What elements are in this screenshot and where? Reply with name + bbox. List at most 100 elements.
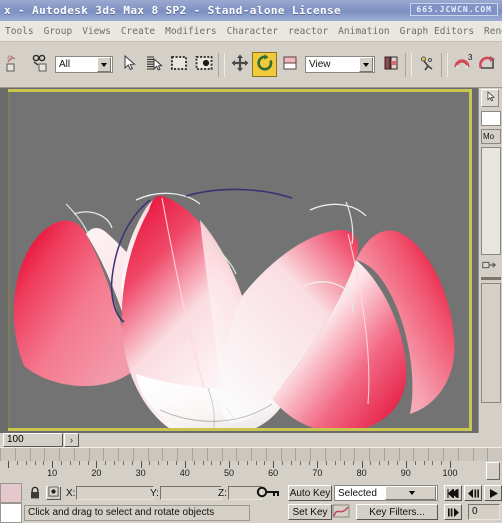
minilistener-white-box[interactable] <box>0 503 22 523</box>
modifier-stack-list[interactable] <box>481 147 501 255</box>
pin-stack-icon[interactable] <box>481 259 497 274</box>
menu-item-rendering[interactable]: Renderi <box>479 24 502 39</box>
manipulate-button[interactable] <box>414 52 439 77</box>
menu-item-reactor[interactable]: reactor <box>283 24 333 39</box>
ruler-minor-tick <box>423 461 425 465</box>
coord-y-field[interactable] <box>159 486 222 500</box>
ruler-label: 10 <box>47 468 58 478</box>
auto-key-button[interactable]: Auto Key <box>288 485 332 501</box>
track-tick <box>177 448 179 462</box>
select-and-move-button[interactable] <box>227 52 252 77</box>
ruler-minor-tick <box>290 461 292 465</box>
ruler-label: 20 <box>91 468 102 478</box>
perspective-viewport[interactable] <box>10 92 469 428</box>
track-bar-ticks <box>0 448 502 462</box>
minilistener-pink-box[interactable] <box>0 483 22 503</box>
key-filters-button[interactable]: Key Filters... <box>356 504 438 520</box>
command-panel-rollout[interactable] <box>481 283 501 403</box>
goto-frame-field[interactable]: 0 <box>468 504 500 520</box>
ruler-major-tick <box>229 461 230 468</box>
menu-item-group[interactable]: Group <box>39 24 78 39</box>
window-crossing-button[interactable] <box>191 52 216 77</box>
key-mode-selection-combo[interactable]: Selected <box>334 485 438 501</box>
ruler-minor-tick <box>122 461 124 465</box>
modify-tab-button[interactable] <box>481 89 499 107</box>
menu-item-create[interactable]: Create <box>116 24 160 39</box>
ruler-minor-tick <box>220 461 222 465</box>
set-key-curve-button[interactable] <box>330 504 352 520</box>
ruler-minor-tick <box>114 461 116 465</box>
previous-frame-button[interactable] <box>464 485 482 501</box>
marquee-rect-icon <box>169 53 189 76</box>
object-name-field[interactable] <box>481 111 501 126</box>
ruler-minor-tick <box>264 461 266 465</box>
ruler-minor-tick <box>34 461 36 465</box>
track-tick <box>251 448 252 462</box>
menu-item-animation[interactable]: Animation <box>333 24 394 39</box>
track-tick <box>442 448 444 462</box>
key-mode-toggle[interactable] <box>256 485 284 501</box>
ruler-minor-tick <box>282 461 283 465</box>
key-mode-selection-arrow[interactable] <box>384 486 436 500</box>
ruler-major-tick <box>405 461 407 468</box>
current-frame-field[interactable]: 100 <box>3 433 63 447</box>
menu-item-tools[interactable]: Tools <box>0 24 39 39</box>
reference-coordinate-system-combo[interactable]: View <box>305 56 375 73</box>
menu-item-graph-editors[interactable]: Graph Editors <box>395 24 479 39</box>
ruler-minor-tick <box>211 461 213 465</box>
coord-x-label: X: <box>66 487 76 499</box>
ruler-minor-tick <box>326 461 328 465</box>
use-pivot-point-center-button[interactable] <box>378 52 403 77</box>
track-tick <box>369 448 371 462</box>
select-and-rotate-button[interactable] <box>252 52 277 77</box>
track-tick <box>383 448 385 462</box>
select-and-link-button[interactable] <box>2 52 27 77</box>
track-tick <box>29 448 31 462</box>
ruler-right-handle[interactable] <box>486 462 500 480</box>
select-object-button[interactable] <box>116 52 141 77</box>
track-tick <box>206 448 208 462</box>
watermark-badge: 665.JCWCN.COM <box>410 3 498 16</box>
title-bar: x - Autodesk 3ds Max 8 SP2 - Stand-alone… <box>0 0 502 22</box>
angle-snap-toggle-button[interactable] <box>475 52 500 77</box>
ruler-label: 80 <box>356 468 367 478</box>
selection-filter-combo[interactable]: All <box>55 56 113 73</box>
rectangular-selection-region-button[interactable] <box>166 52 191 77</box>
ruler-major-tick <box>8 461 9 468</box>
ruler-minor-tick <box>370 461 372 465</box>
menu-item-character[interactable]: Character <box>222 24 283 39</box>
ruler-minor-tick <box>388 461 390 465</box>
ruler-minor-tick <box>441 461 443 465</box>
unlink-selection-button[interactable] <box>27 52 52 77</box>
modifier-list-combo[interactable]: Mo <box>481 129 501 144</box>
set-key-button[interactable]: Set Key <box>288 504 332 520</box>
status-prompt-text: Click and drag to select and rotate obje… <box>24 505 250 521</box>
next-frame-button[interactable] <box>444 504 462 520</box>
move-arrows-icon <box>230 53 250 76</box>
frame-expand-button[interactable]: › <box>64 433 79 447</box>
select-by-name-button[interactable] <box>141 52 166 77</box>
track-tick <box>280 448 282 462</box>
play-animation-button[interactable] <box>484 485 502 501</box>
menu-item-views[interactable]: Views <box>77 24 116 39</box>
ruler-major-tick <box>317 461 319 468</box>
ruler-minor-tick <box>167 461 169 465</box>
track-tick <box>59 448 61 462</box>
menu-item-modifiers[interactable]: Modifiers <box>160 24 221 39</box>
lock-icon[interactable] <box>28 485 42 501</box>
coord-system-arrow[interactable] <box>359 57 373 72</box>
ruler-minor-tick <box>149 461 151 465</box>
ruler-label: 90 <box>400 468 411 478</box>
timeline-ruler[interactable]: 10 20 30 40 50 60 70 80 90 100 <box>0 461 502 484</box>
go-to-start-button[interactable] <box>444 485 462 501</box>
snap-toggle-button[interactable]: 3 <box>450 52 475 77</box>
selection-filter-arrow[interactable] <box>97 57 111 72</box>
coord-x-field[interactable] <box>76 486 155 500</box>
select-and-scale-button[interactable] <box>277 52 302 77</box>
selection-lock-toggle[interactable] <box>46 486 61 500</box>
command-panel-tabs <box>479 88 502 108</box>
ruler-minor-tick <box>237 461 239 465</box>
viewport-border-right <box>469 89 472 431</box>
ruler-label: 70 <box>312 468 323 478</box>
toolbar-separator-2 <box>405 52 412 77</box>
